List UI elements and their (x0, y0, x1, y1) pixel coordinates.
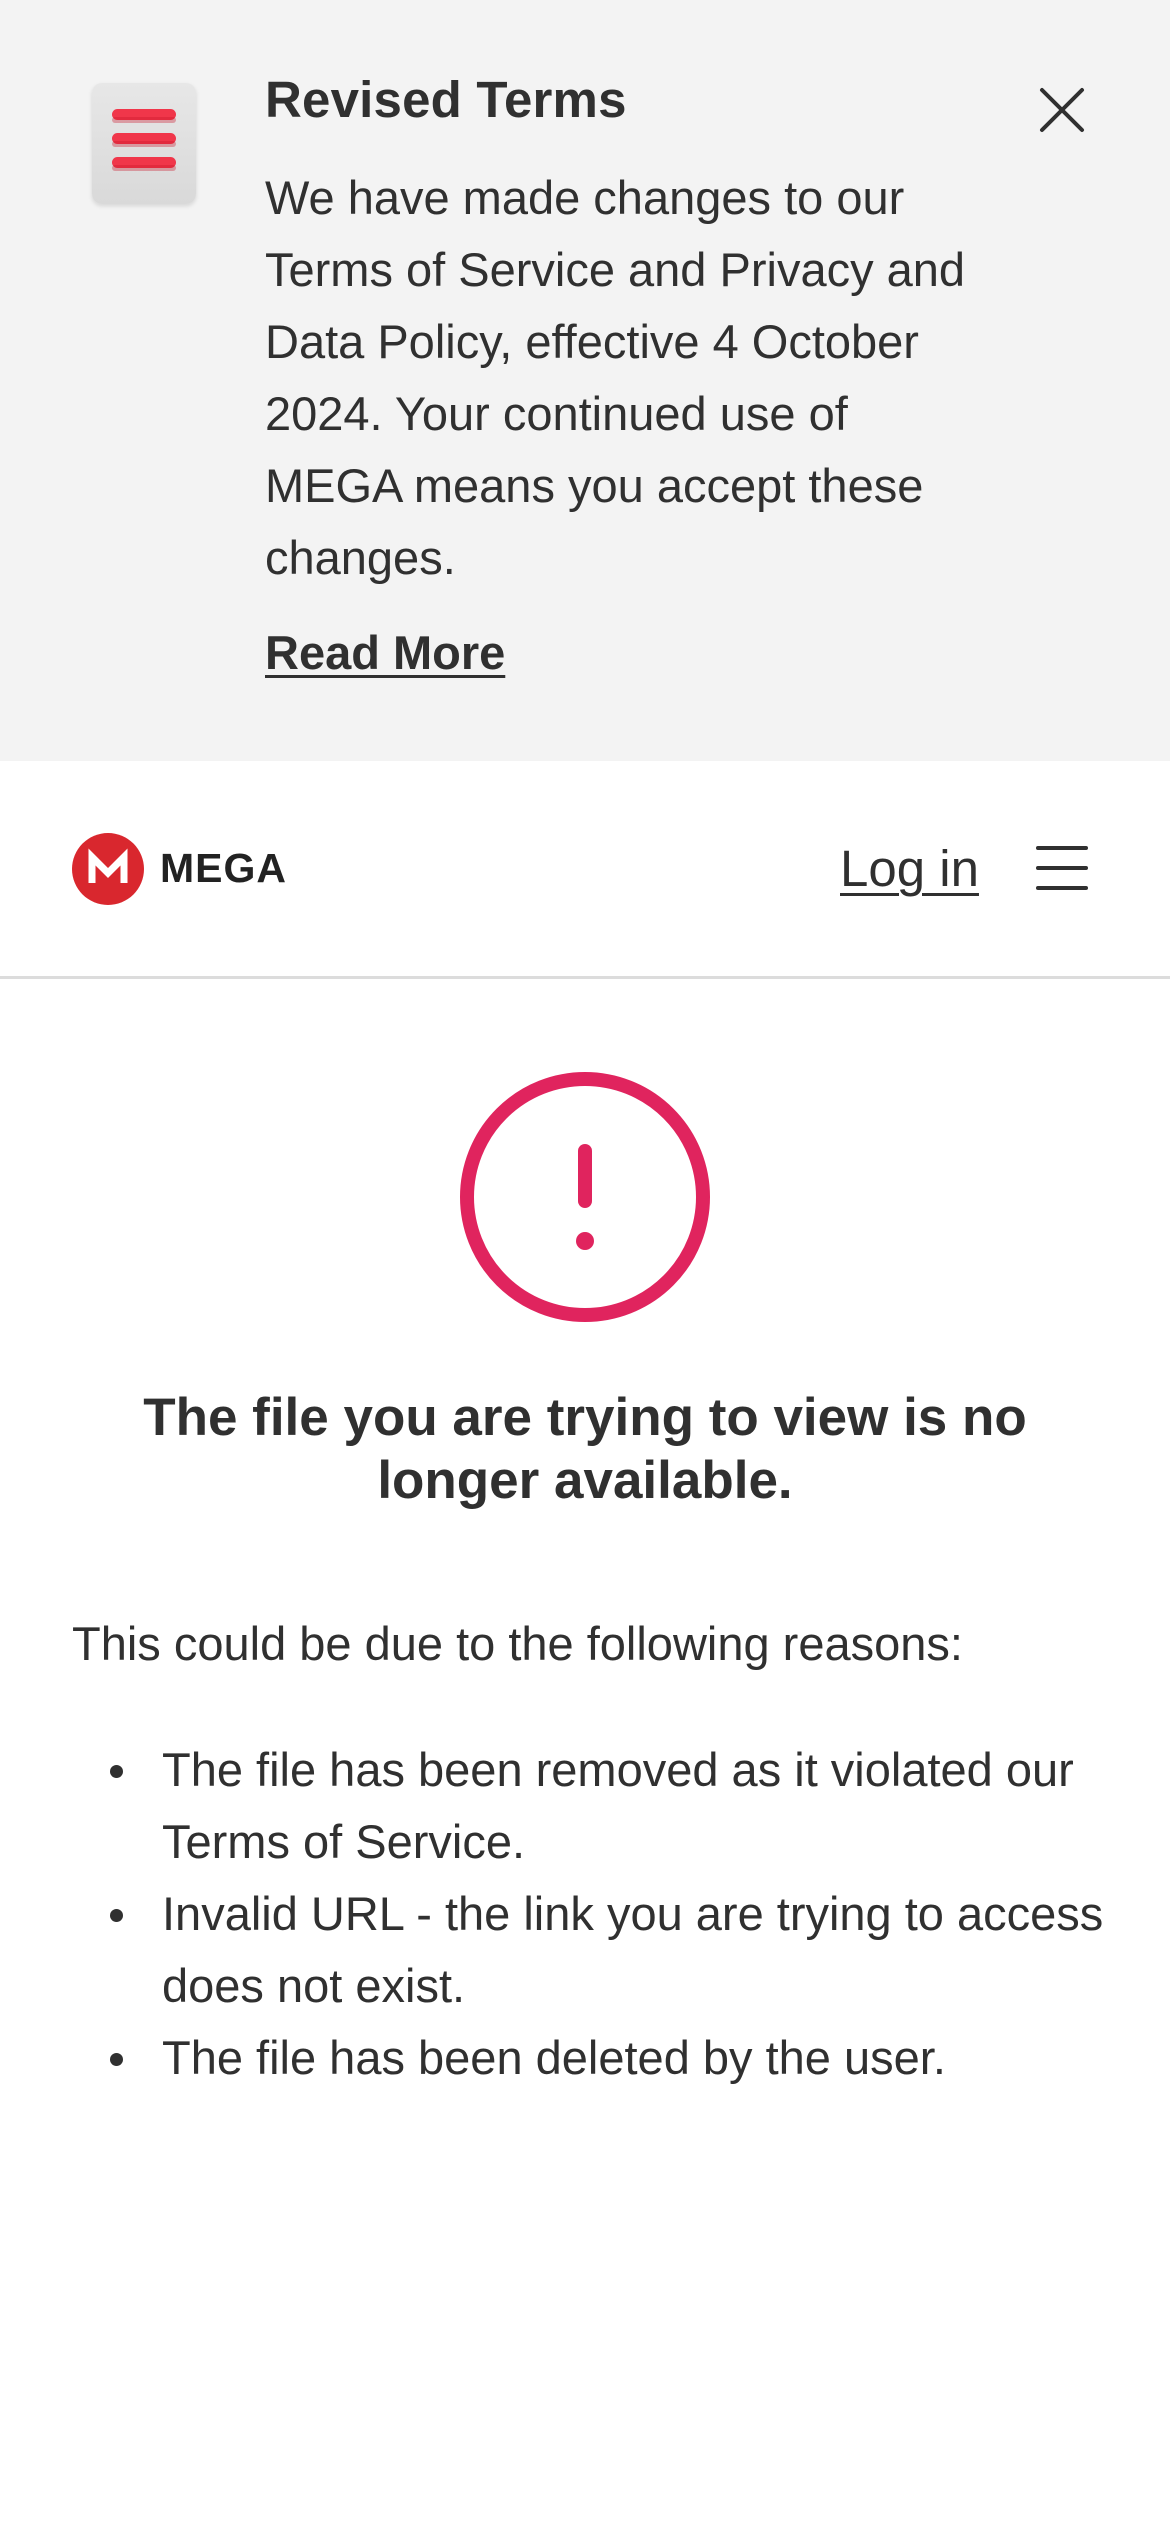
list-item: The file has been removed as it violated… (72, 1734, 1112, 1878)
exclamation-circle-icon (459, 1071, 711, 1323)
read-more-link[interactable]: Read More (265, 625, 505, 680)
mega-logo-icon[interactable] (72, 833, 144, 905)
revised-terms-banner: Revised Terms We have made changes to ou… (0, 0, 1170, 761)
revised-terms-document-icon (92, 83, 196, 204)
bullet-icon (110, 2053, 123, 2066)
bullet-icon (110, 1765, 123, 1778)
banner-title: Revised Terms (265, 71, 627, 128)
list-item: Invalid URL - the link you are trying to… (72, 1878, 1112, 2022)
close-icon[interactable] (1030, 78, 1094, 142)
reason-text: Invalid URL - the link you are trying to… (162, 1887, 1104, 2012)
reasons-list: The file has been removed as it violated… (72, 1734, 1112, 2094)
login-link[interactable]: Log in (840, 839, 979, 898)
mega-logo-text[interactable]: MEGA (160, 845, 287, 892)
error-title: The file you are trying to view is no lo… (143, 1388, 1027, 1510)
reason-text: The file has been removed as it violated… (162, 1743, 1074, 1868)
top-navigation-bar: MEGA Log in (0, 761, 1170, 979)
bullet-icon (110, 1909, 123, 1922)
reasons-intro: This could be due to the following reaso… (72, 1617, 963, 1670)
reason-text: The file has been deleted by the user. (162, 2031, 946, 2084)
hamburger-menu-icon[interactable] (1036, 846, 1088, 890)
banner-body: We have made changes to our Terms of Ser… (265, 171, 966, 584)
list-item: The file has been deleted by the user. (72, 2022, 1112, 2094)
